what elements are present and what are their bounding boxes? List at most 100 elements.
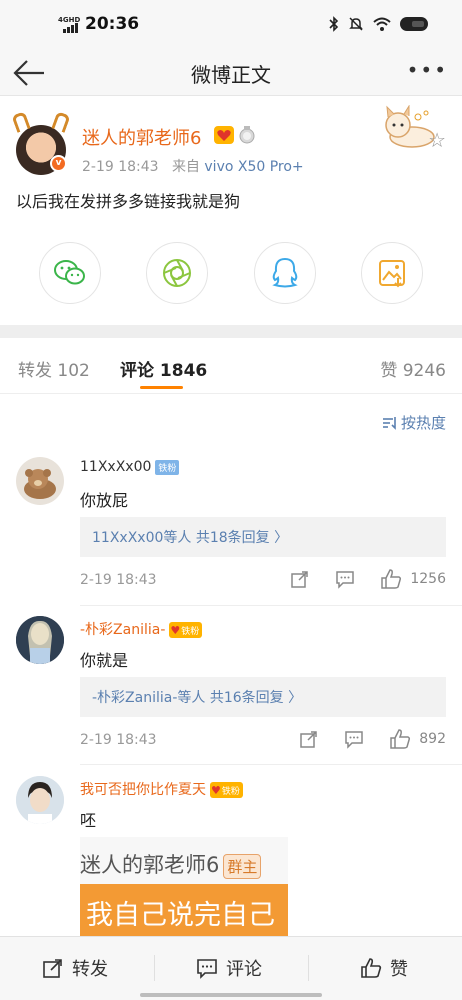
badge-label: 铁粉 bbox=[181, 626, 200, 637]
more-options-icon[interactable]: ••• bbox=[407, 58, 448, 82]
wifi-icon bbox=[373, 17, 391, 31]
commenter-name[interactable]: 11XxXx00 铁粉 bbox=[80, 459, 180, 475]
wechat-icon bbox=[53, 260, 85, 285]
thumbs-up-icon bbox=[381, 569, 402, 589]
tab-label: 赞 bbox=[380, 361, 398, 381]
commenter-name-text: -朴彩Zanilia- bbox=[80, 622, 166, 638]
comment-icon bbox=[197, 959, 217, 979]
medal-icon bbox=[239, 126, 255, 144]
share-comment-icon[interactable] bbox=[290, 569, 310, 589]
repost-icon bbox=[43, 959, 62, 978]
teddy-bear-icon bbox=[24, 469, 56, 499]
replies-names: 11XxXx00等人 bbox=[92, 530, 192, 546]
status-icons bbox=[329, 16, 430, 32]
repost-label: 转发 bbox=[72, 959, 108, 980]
favorite-star-icon[interactable]: ☆ bbox=[428, 128, 446, 152]
tab-label: 评论 bbox=[120, 361, 154, 381]
commenter-name[interactable]: 我可否把你比作夏天 ♥ 铁粉 bbox=[80, 779, 243, 799]
tab-count: 9246 bbox=[402, 361, 446, 381]
image-text-name: 迷人的郭老师6 bbox=[80, 853, 220, 877]
signal-icon bbox=[63, 23, 78, 33]
comment-separator bbox=[80, 605, 462, 606]
sort-icon bbox=[382, 416, 396, 430]
like-label: 赞 bbox=[390, 959, 408, 980]
person-photo-icon bbox=[16, 776, 64, 824]
antler-decoration bbox=[11, 111, 31, 133]
author-name[interactable]: 迷人的郭老师6 bbox=[82, 124, 201, 150]
antler-decoration bbox=[51, 111, 71, 133]
like-count: 892 bbox=[419, 731, 446, 747]
group-owner-tag: 群主 bbox=[223, 853, 262, 879]
share-save-image-button[interactable] bbox=[361, 242, 424, 304]
share-qq-button[interactable] bbox=[253, 242, 316, 304]
section-divider bbox=[0, 325, 462, 338]
commenter-avatar[interactable] bbox=[16, 776, 64, 824]
like-post-button[interactable]: 赞 bbox=[360, 955, 408, 981]
battery-icon bbox=[400, 17, 428, 31]
commenter-name[interactable]: -朴彩Zanilia- ♥ 铁粉 bbox=[80, 619, 203, 639]
repost-button[interactable]: 转发 bbox=[42, 955, 108, 981]
thumbs-up-icon bbox=[361, 958, 382, 978]
tab-reposts[interactable]: 转发 102 bbox=[18, 356, 90, 381]
moments-icon bbox=[163, 259, 192, 287]
weibo-post: v 迷人的郭老师6 2-19 18:43 来自 vivo X50 Pro+ ☆ … bbox=[0, 97, 462, 325]
share-wechat-button[interactable] bbox=[38, 242, 101, 304]
post-text: 以后我在发拼多多链接我就是狗 bbox=[16, 192, 241, 211]
qq-icon bbox=[272, 257, 298, 288]
mute-icon bbox=[349, 17, 363, 31]
post-device[interactable]: vivo X50 Pro+ bbox=[204, 159, 303, 175]
like-button[interactable]: 892 bbox=[389, 729, 446, 749]
reply-icon[interactable] bbox=[335, 569, 355, 589]
comment-label: 评论 bbox=[226, 959, 262, 980]
image-line-2: 我自己说完自己 bbox=[80, 884, 288, 937]
replies-summary[interactable]: -朴彩Zanilia-等人 共16条回复 〉 bbox=[80, 677, 446, 717]
heart-fan-badge: ♥ 铁粉 bbox=[169, 622, 203, 638]
bluetooth-icon bbox=[329, 16, 339, 32]
badge-label: 铁粉 bbox=[221, 786, 240, 797]
tab-count: 102 bbox=[57, 361, 90, 381]
comment-button[interactable]: 评论 bbox=[196, 955, 262, 981]
person-photo-icon bbox=[16, 616, 64, 664]
home-indicator[interactable] bbox=[140, 993, 322, 997]
image-text-message: 我自己说完自己 bbox=[86, 900, 275, 931]
from-label: 来自 bbox=[171, 159, 200, 175]
comment-image[interactable]: 迷人的郭老师6 群主 我自己说完自己 bbox=[80, 837, 288, 937]
bottom-divider bbox=[308, 955, 309, 981]
heart-fan-badge: ♥ 铁粉 bbox=[210, 782, 243, 798]
comment-actions: 892 bbox=[299, 729, 446, 749]
page-title: 微博正文 bbox=[191, 63, 271, 87]
reply-icon[interactable] bbox=[344, 729, 364, 749]
comment-text: 你就是 bbox=[80, 651, 129, 670]
heart-icon: ♥ bbox=[170, 623, 181, 637]
replies-count: 共16条回复 〉 bbox=[209, 690, 303, 706]
post-tabs: 转发 102 评论 1846 赞 9246 bbox=[0, 338, 462, 394]
tab-likes[interactable]: 赞 9246 bbox=[380, 356, 446, 381]
share-moments-button[interactable] bbox=[146, 242, 209, 304]
post-meta: 2-19 18:43 来自 vivo X50 Pro+ bbox=[82, 156, 304, 176]
comment-actions: 1256 bbox=[290, 569, 446, 589]
like-count: 1256 bbox=[410, 571, 446, 587]
replies-summary[interactable]: 11XxXx00等人 共18条回复 〉 bbox=[80, 517, 446, 557]
post-date: 2-19 18:43 bbox=[82, 159, 159, 175]
bottom-action-bar: 转发 评论 赞 bbox=[0, 936, 462, 1000]
author-badges bbox=[214, 126, 256, 144]
like-button[interactable]: 1256 bbox=[380, 569, 446, 589]
heart-icon: ♥ bbox=[211, 783, 221, 797]
tab-comments[interactable]: 评论 1846 bbox=[120, 356, 207, 381]
share-comment-icon[interactable] bbox=[299, 729, 319, 749]
save-image-icon bbox=[379, 260, 406, 288]
commenter-name-text: 我可否把你比作夏天 bbox=[80, 782, 206, 798]
commenter-name-text: 11XxXx00 bbox=[80, 459, 152, 475]
replies-names: -朴彩Zanilia-等人 bbox=[92, 690, 206, 706]
heart-fan-badge-icon bbox=[214, 126, 234, 144]
sort-by-hot-button[interactable]: 按热度 bbox=[382, 412, 446, 433]
verified-badge: v bbox=[50, 155, 67, 172]
tab-count: 1846 bbox=[159, 361, 208, 381]
status-bar: 4GHD 20:36 bbox=[0, 0, 462, 50]
commenter-avatar[interactable] bbox=[16, 457, 64, 505]
active-tab-indicator bbox=[140, 386, 183, 389]
sort-label: 按热度 bbox=[400, 414, 446, 432]
share-row bbox=[0, 242, 462, 304]
commenter-avatar[interactable] bbox=[16, 616, 64, 664]
tab-label: 转发 bbox=[18, 361, 52, 381]
